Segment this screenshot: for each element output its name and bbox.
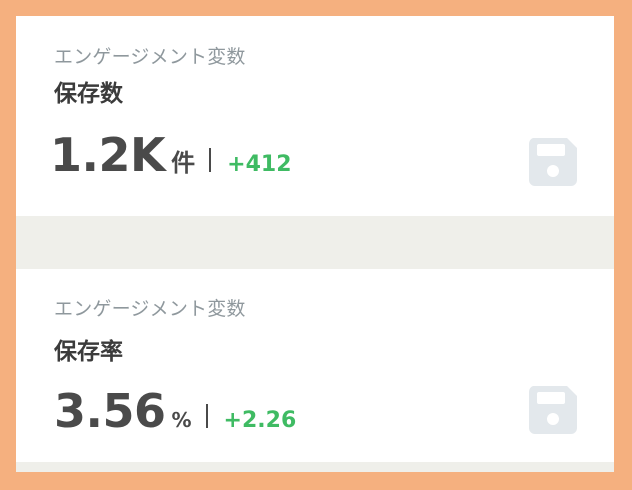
metric-category-label: エンゲージメント変数 xyxy=(54,46,246,68)
metric-category-label: エンゲージメント変数 xyxy=(54,298,246,320)
metric-value: 1.2K xyxy=(50,128,166,182)
metric-title: 保存数 xyxy=(54,81,123,107)
metric-value-row: 1.2K 件 +412 xyxy=(50,128,292,182)
save-icon xyxy=(527,136,579,188)
engagement-panel: エンゲージメント変数 保存数 1.2K 件 +412 エンゲージメント変数 保存… xyxy=(16,16,614,472)
metric-card-saves: エンゲージメント変数 保存数 1.2K 件 +412 xyxy=(16,16,614,216)
metric-delta: +412 xyxy=(227,152,292,177)
metric-unit: 件 xyxy=(171,149,196,177)
value-separator xyxy=(205,404,208,428)
metric-value-row: 3.56 % +2.26 xyxy=(50,384,296,438)
card-separator xyxy=(16,462,614,472)
value-separator xyxy=(209,148,212,172)
metric-card-save-rate: エンゲージメント変数 保存率 3.56 % +2.26 xyxy=(16,269,614,472)
metric-delta: +2.26 xyxy=(223,408,297,433)
metric-value: 3.56 xyxy=(54,384,166,438)
save-icon xyxy=(527,384,579,436)
metric-unit: % xyxy=(171,408,192,432)
metric-title: 保存率 xyxy=(54,339,123,365)
card-separator xyxy=(16,216,614,269)
